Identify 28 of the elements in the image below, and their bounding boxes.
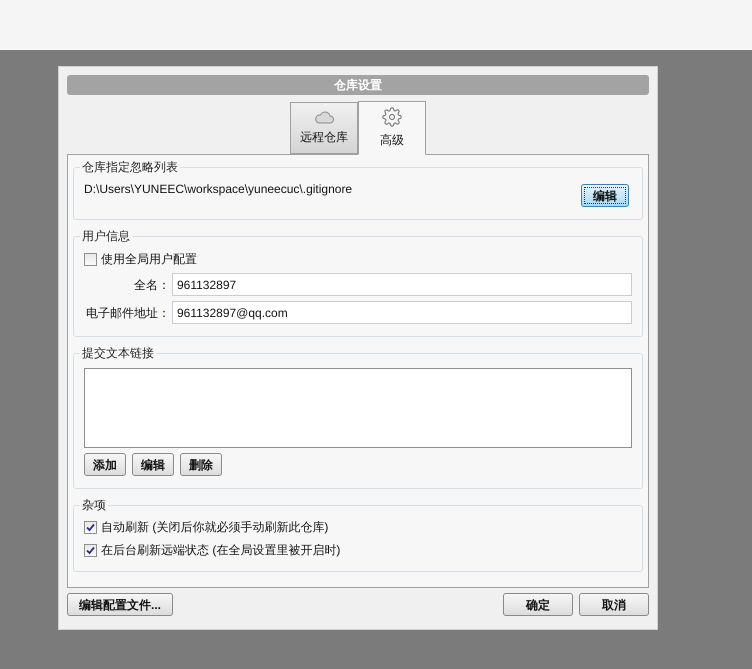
button[interactable]: 确定 [503,593,573,616]
button[interactable]: 编辑 [132,453,174,476]
checkbox[interactable] [84,252,97,266]
cloud-icon [314,110,334,124]
text-field[interactable]: 961132897@qq.com [172,301,632,324]
group-heading: 提交文本链接 [80,345,156,361]
field-label: 全名： [133,276,171,294]
group-heading: 杂项 [80,497,108,513]
button[interactable]: 添加 [84,453,126,476]
button[interactable]: 编辑 [581,184,629,207]
text-field[interactable]: 961132897 [172,273,632,296]
file-path: D:\Users\YUNEEC\workspace\yuneecuc\.gitignore [84,181,352,198]
button[interactable]: 编辑配置文件... [67,593,173,616]
checkbox-label: 自动刷新 (关闭后你就必须手动刷新此仓库) [101,519,328,536]
group-heading: 用户信息 [80,228,132,244]
checkbox-label: 在后台刷新远端状态 (在全局设置里被开启时) [101,542,340,559]
links-list[interactable] [84,368,632,448]
tab[interactable]: 远程仓库 [290,102,358,154]
checkbox-label: 使用全局用户配置 [101,251,197,268]
window-title: 仓库设置 [67,75,649,95]
field-label: 电子邮件地址： [85,304,171,322]
button[interactable]: 取消 [579,593,649,616]
tab[interactable]: 高级 [358,101,426,155]
settings-icon [382,107,402,127]
button[interactable]: 删除 [180,453,222,476]
group-heading: 仓库指定忽略列表 [80,159,180,175]
checkbox[interactable] [84,544,97,556]
checkbox[interactable] [84,520,97,534]
